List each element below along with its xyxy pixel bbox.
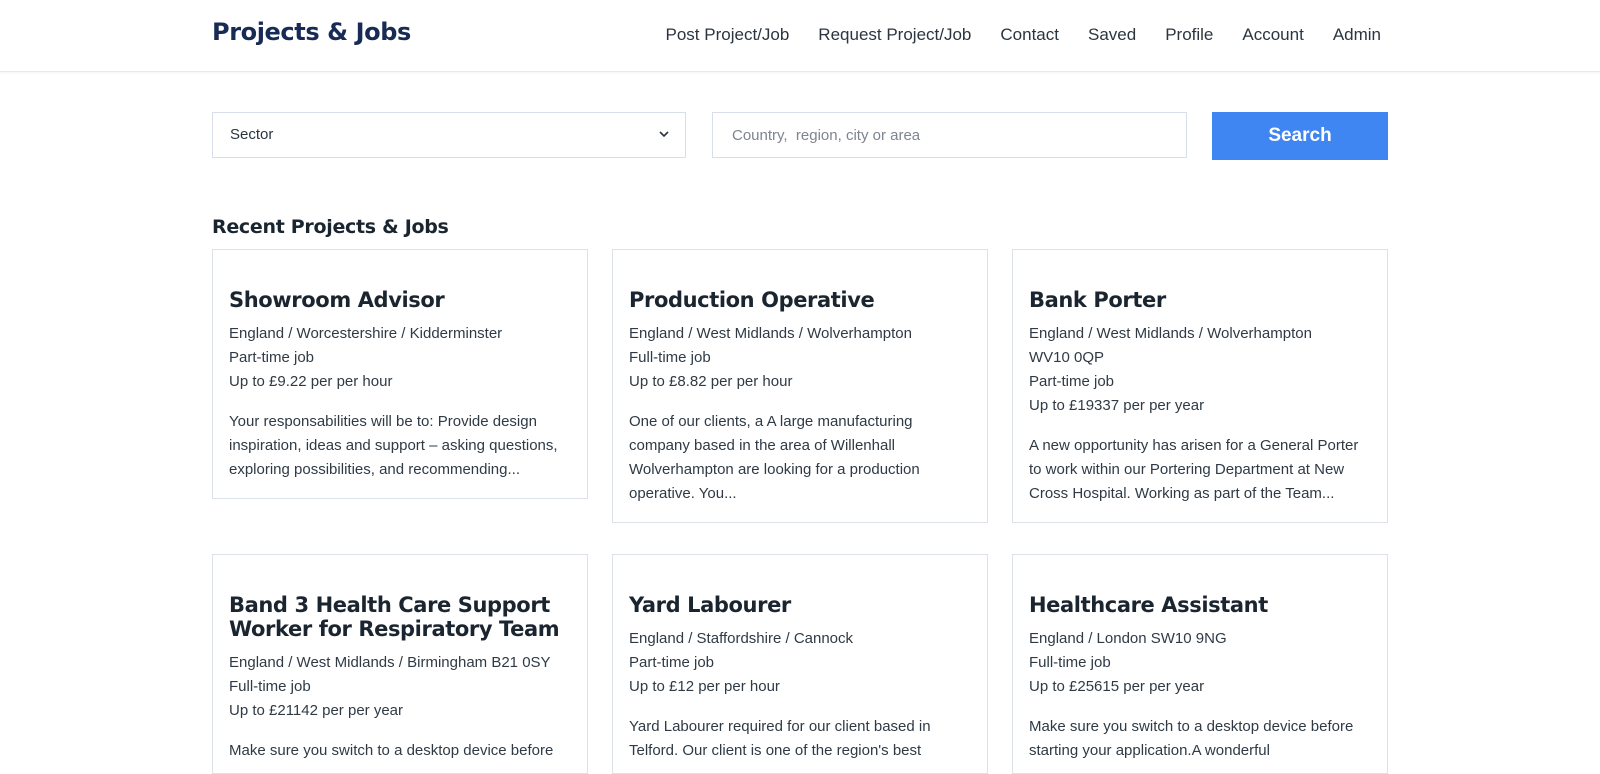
job-card[interactable]: Bank Porter England / West Midlands / Wo… xyxy=(1012,249,1388,523)
job-type: Part-time job xyxy=(229,349,315,366)
job-card[interactable]: Showroom Advisor England / Worcestershir… xyxy=(212,249,588,499)
nav-account[interactable]: Account xyxy=(1242,25,1303,45)
job-card[interactable]: Production Operative England / West Midl… xyxy=(612,249,988,523)
site-header: Projects & Jobs Post Project/Job Request… xyxy=(0,0,1600,72)
job-pay: Up to £21142 per per year xyxy=(229,702,404,719)
job-description: A new opportunity has arisen for a Gener… xyxy=(1029,437,1359,502)
job-card[interactable]: Yard Labourer England / Staffordshire / … xyxy=(612,554,988,774)
sector-select[interactable]: Sector xyxy=(212,112,686,158)
job-location: England / West Midlands / Wolverhampton xyxy=(629,325,912,342)
job-title[interactable]: Bank Porter xyxy=(1029,288,1371,312)
main-nav: Post Project/Job Request Project/Job Con… xyxy=(666,25,1381,45)
job-type: Part-time job xyxy=(629,654,715,671)
job-description: Yard Labourer required for our client ba… xyxy=(629,718,931,759)
nav-profile[interactable]: Profile xyxy=(1165,25,1213,45)
job-pay: Up to £12 per per hour xyxy=(629,678,780,695)
job-type: Full-time job xyxy=(629,349,711,366)
chevron-down-icon xyxy=(659,131,669,138)
sector-select-value: Sector xyxy=(230,126,274,143)
job-type: Full-time job xyxy=(229,678,311,695)
job-location: England / Worcestershire / Kidderminster xyxy=(229,325,503,342)
job-pay: Up to £9.22 per per hour xyxy=(229,373,393,390)
search-button[interactable]: Search xyxy=(1212,112,1388,160)
job-postcode: WV10 0QP xyxy=(1029,349,1105,366)
job-location: England / West Midlands / Birmingham B21… xyxy=(229,654,551,671)
job-description: Your responsabilities will be to: Provid… xyxy=(229,413,558,478)
job-location: England / West Midlands / Wolverhampton xyxy=(1029,325,1312,342)
section-title: Recent Projects & Jobs xyxy=(212,216,449,238)
job-location: England / London SW10 9NG xyxy=(1029,630,1227,647)
job-title[interactable]: Showroom Advisor xyxy=(229,288,571,312)
site-logo[interactable]: Projects & Jobs xyxy=(212,18,411,46)
search-bar: Sector Search xyxy=(212,112,1388,160)
job-description: Make sure you switch to a desktop device… xyxy=(1029,718,1354,759)
job-card[interactable]: Healthcare Assistant England / London SW… xyxy=(1012,554,1388,774)
location-input[interactable] xyxy=(712,112,1187,158)
job-type: Part-time job xyxy=(1029,373,1115,390)
job-description: One of our clients, a A large manufactur… xyxy=(629,413,920,502)
job-location: England / Staffordshire / Cannock xyxy=(629,630,854,647)
nav-contact[interactable]: Contact xyxy=(1000,25,1059,45)
nav-saved[interactable]: Saved xyxy=(1088,25,1136,45)
job-pay: Up to £19337 per per year xyxy=(1029,397,1205,414)
job-type: Full-time job xyxy=(1029,654,1111,671)
job-title[interactable]: Band 3 Health Care Support Worker for Re… xyxy=(229,593,571,641)
nav-admin[interactable]: Admin xyxy=(1333,25,1381,45)
job-title[interactable]: Production Operative xyxy=(629,288,971,312)
job-title[interactable]: Yard Labourer xyxy=(629,593,971,617)
job-pay: Up to £8.82 per per hour xyxy=(629,373,793,390)
nav-request-project-job[interactable]: Request Project/Job xyxy=(818,25,971,45)
job-title[interactable]: Healthcare Assistant xyxy=(1029,593,1371,617)
nav-post-project-job[interactable]: Post Project/Job xyxy=(666,25,790,45)
job-card[interactable]: Band 3 Health Care Support Worker for Re… xyxy=(212,554,588,774)
job-pay: Up to £25615 per per year xyxy=(1029,678,1205,695)
job-description: Make sure you switch to a desktop device… xyxy=(229,742,554,759)
